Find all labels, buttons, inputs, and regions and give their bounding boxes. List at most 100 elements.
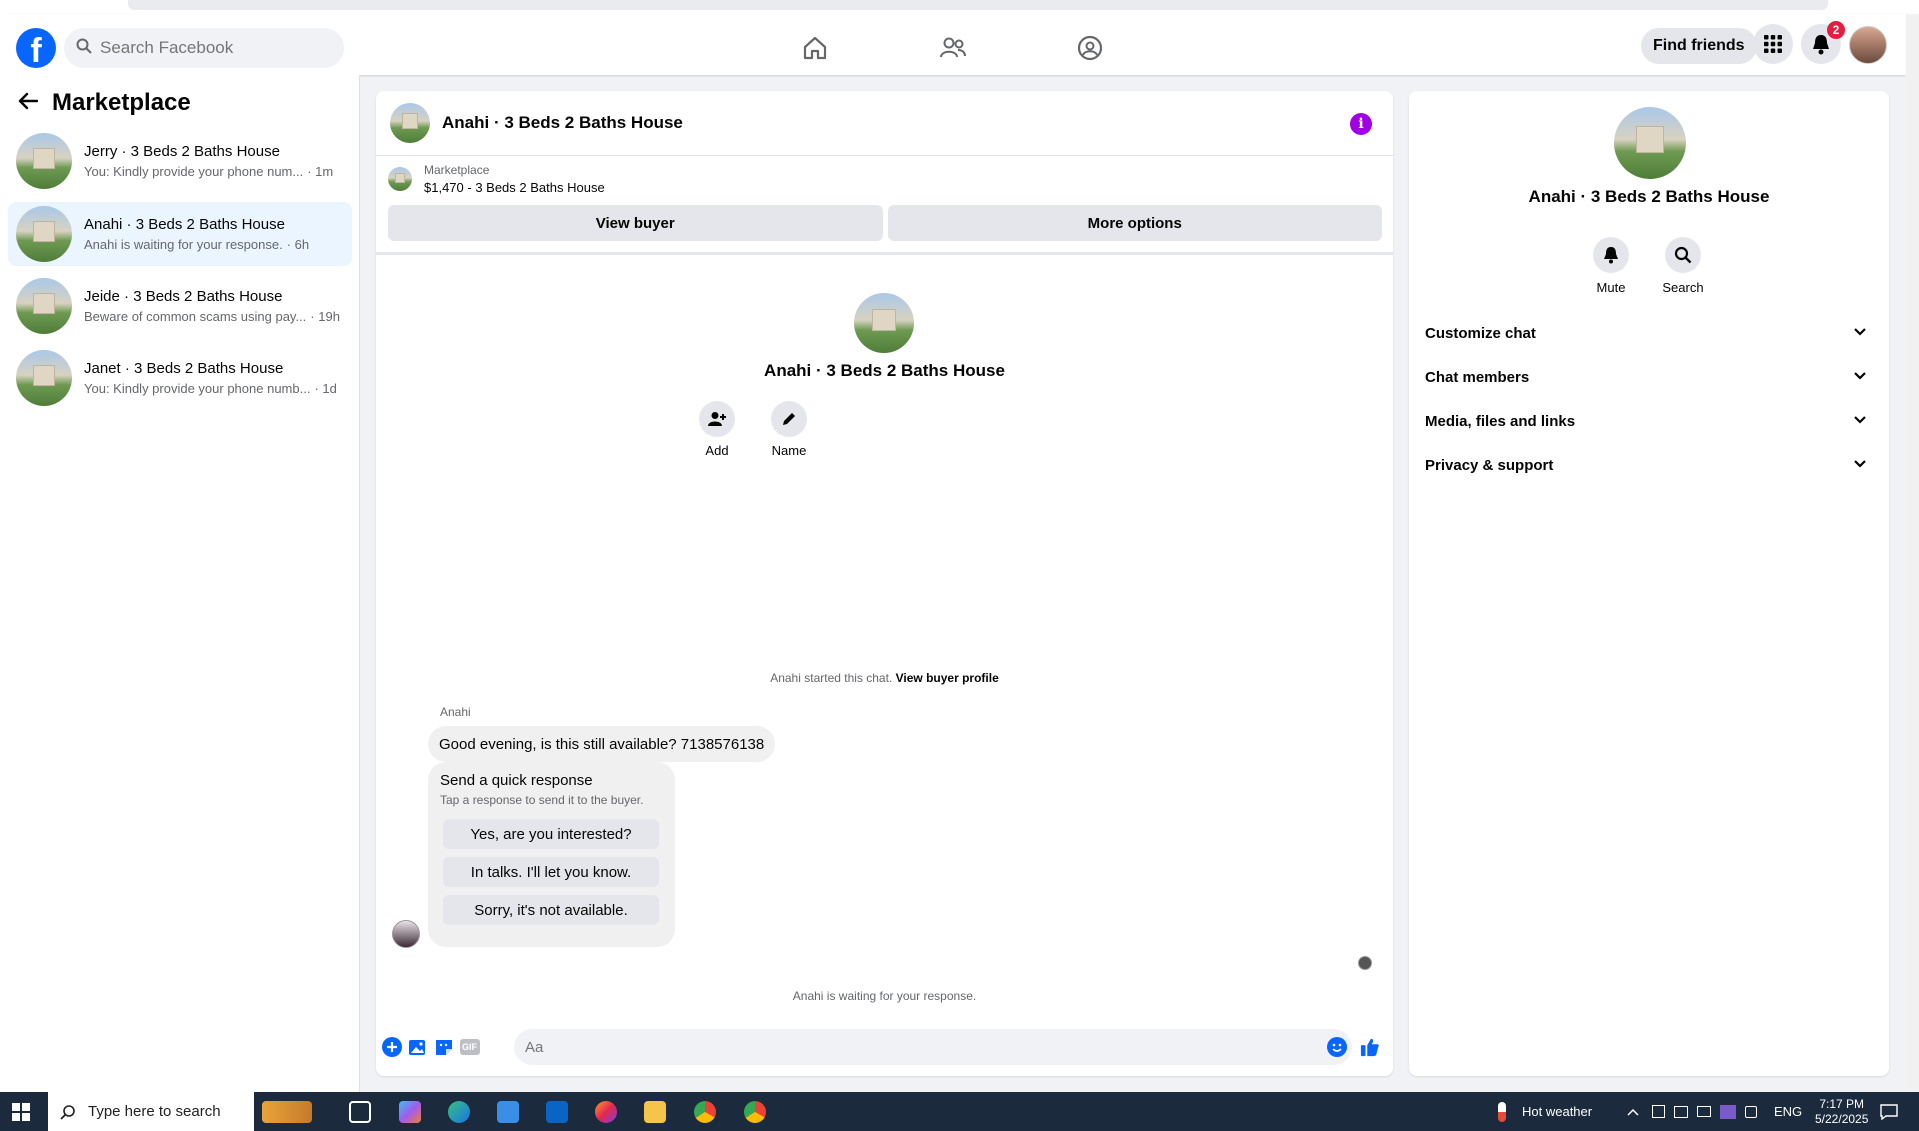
gif-label: GIF xyxy=(462,1042,477,1052)
edge-icon[interactable] xyxy=(448,1101,470,1123)
name-label: Name xyxy=(771,443,807,458)
search-action[interactable]: Search xyxy=(1653,237,1713,295)
conversation-name: Jeide · 3 Beds 2 Baths House xyxy=(84,288,283,305)
conversation-preview: Anahi is waiting for your response. xyxy=(84,237,283,252)
clock-date: 5/22/2025 xyxy=(1815,1111,1869,1126)
privacy-support-section[interactable]: Privacy & support xyxy=(1425,447,1873,483)
onedrive-icon[interactable] xyxy=(1674,1105,1688,1118)
details-avatar xyxy=(1614,107,1686,179)
quick-response-title: Send a quick response xyxy=(440,772,593,789)
friends-icon[interactable] xyxy=(933,30,973,66)
back-arrow-icon[interactable] xyxy=(18,92,39,115)
conversation-time: · 6h xyxy=(286,237,310,252)
facebook-logo[interactable]: f xyxy=(16,28,56,68)
display-icon[interactable] xyxy=(1697,1106,1711,1117)
section-label: Customize chat xyxy=(1425,324,1536,342)
search-label: Search xyxy=(1662,280,1704,295)
menu-grid-icon[interactable] xyxy=(1753,24,1793,64)
media-files-links-section[interactable]: Media, files and links xyxy=(1425,403,1873,439)
listing-thumbnail xyxy=(16,350,72,406)
page-scrollbar[interactable] xyxy=(1906,14,1919,1092)
emoji-icon[interactable] xyxy=(1327,1037,1347,1057)
pen-icon[interactable] xyxy=(1720,1104,1736,1119)
plus-icon[interactable] xyxy=(382,1037,402,1057)
message-bubble[interactable]: Good evening, is this still available? 7… xyxy=(428,726,776,762)
view-buyer-profile-link[interactable]: View buyer profile xyxy=(896,671,999,685)
quick-response-option[interactable]: In talks. I'll let you know. xyxy=(443,857,659,887)
magnifier-icon[interactable] xyxy=(1665,237,1701,273)
details-title: Anahi · 3 Beds 2 Baths House xyxy=(1528,187,1770,206)
photo-icon[interactable] xyxy=(408,1037,428,1057)
message-input[interactable] xyxy=(514,1029,1352,1065)
action-center-icon[interactable] xyxy=(1880,1092,1898,1131)
conversation-preview: You: Kindly provide your phone numb... xyxy=(84,381,311,396)
quick-response-card: Send a quick response Tap a response to … xyxy=(428,762,675,947)
outlook-icon[interactable] xyxy=(546,1101,568,1123)
clock[interactable]: 7:17 PM 5/22/2025 xyxy=(1815,1092,1868,1131)
add-label: Add xyxy=(705,443,729,458)
top-navbar: f Find friends 2 xyxy=(0,14,1906,75)
buyer-avatar[interactable] xyxy=(392,920,420,948)
customize-chat-section[interactable]: Customize chat xyxy=(1425,315,1873,351)
taskbar-search[interactable]: Type here to search xyxy=(48,1092,254,1131)
weather-text: Hot weather xyxy=(1522,1104,1593,1119)
section-label: Media, files and links xyxy=(1425,412,1576,430)
conversation-preview: You: Kindly provide your phone num... xyxy=(84,164,304,179)
listing-thumbnail xyxy=(16,278,72,334)
task-view-icon[interactable] xyxy=(349,1101,371,1123)
conversation-item-jeide[interactable]: Jeide · 3 Beds 2 Baths House Beware of c… xyxy=(8,274,352,338)
section-label: Chat members xyxy=(1425,368,1530,386)
groups-icon[interactable] xyxy=(1070,30,1110,66)
gif-icon[interactable]: GIF xyxy=(460,1037,480,1057)
firefox-icon[interactable] xyxy=(595,1101,617,1123)
pencil-icon[interactable] xyxy=(771,401,807,437)
weather-widget[interactable]: Hot weather xyxy=(1498,1092,1592,1131)
chat-title[interactable]: Anahi · 3 Beds 2 Baths House xyxy=(442,113,683,133)
header-divider xyxy=(376,252,1393,255)
copilot-icon[interactable] xyxy=(399,1101,421,1123)
taskbar-search-icon xyxy=(60,1104,76,1120)
mute-label: Mute xyxy=(1596,280,1626,295)
quick-response-option[interactable]: Sorry, it's not available. xyxy=(443,895,659,925)
add-people-action[interactable]: Add xyxy=(687,401,747,458)
language-indicator[interactable]: ENG xyxy=(1774,1092,1802,1131)
conversation-item-jerry[interactable]: Jerry · 3 Beds 2 Baths House You: Kindly… xyxy=(8,129,352,193)
store-icon[interactable] xyxy=(497,1101,519,1123)
chat-header-avatar[interactable] xyxy=(390,103,430,143)
network-icon[interactable] xyxy=(1652,1105,1665,1118)
rename-action[interactable]: Name xyxy=(759,401,819,458)
tray-chevron-icon[interactable] xyxy=(1627,1092,1639,1131)
volume-icon[interactable] xyxy=(1745,1105,1757,1118)
message-sender: Anahi xyxy=(440,705,471,719)
conversation-item-anahi[interactable]: Anahi · 3 Beds 2 Baths House Anahi is wa… xyxy=(8,202,352,266)
thumbs-up-icon[interactable] xyxy=(1360,1037,1380,1057)
listing-thumbnail xyxy=(388,167,412,191)
chrome-profile-icon[interactable] xyxy=(744,1101,766,1123)
chat-started-text: Anahi started this chat. xyxy=(770,671,893,685)
listing-info[interactable]: Marketplace $1,470 - 3 Beds 2 Baths Hous… xyxy=(388,163,605,195)
view-buyer-button[interactable]: View buyer xyxy=(388,205,883,241)
search-box[interactable] xyxy=(64,28,344,68)
search-input[interactable] xyxy=(100,38,310,58)
bell-icon[interactable] xyxy=(1593,237,1629,273)
chat-panel: Anahi · 3 Beds 2 Baths House i Marketpla… xyxy=(376,91,1393,1076)
conversation-item-janet[interactable]: Janet · 3 Beds 2 Baths House You: Kindly… xyxy=(8,346,352,410)
home-icon[interactable] xyxy=(795,30,835,66)
search-highlight-icon[interactable] xyxy=(262,1101,312,1123)
profile-avatar[interactable] xyxy=(1849,26,1887,64)
windows-start-icon[interactable] xyxy=(12,1103,30,1126)
chrome-icon[interactable] xyxy=(694,1101,716,1123)
chat-center-title: Anahi · 3 Beds 2 Baths House xyxy=(764,361,1005,380)
conversation-time: · 1m xyxy=(307,164,334,179)
info-icon[interactable]: i xyxy=(1350,113,1372,135)
conversation-name: Jerry · 3 Beds 2 Baths House xyxy=(84,143,280,160)
more-options-button[interactable]: More options xyxy=(887,205,1382,241)
sticker-icon[interactable] xyxy=(434,1037,454,1057)
mute-action[interactable]: Mute xyxy=(1581,237,1641,295)
file-explorer-icon[interactable] xyxy=(644,1101,666,1123)
seen-receipt-avatar xyxy=(1358,956,1372,970)
add-person-icon[interactable] xyxy=(699,401,735,437)
chat-members-section[interactable]: Chat members xyxy=(1425,359,1873,395)
find-friends-button[interactable]: Find friends xyxy=(1641,28,1757,64)
quick-response-option[interactable]: Yes, are you interested? xyxy=(443,819,659,849)
